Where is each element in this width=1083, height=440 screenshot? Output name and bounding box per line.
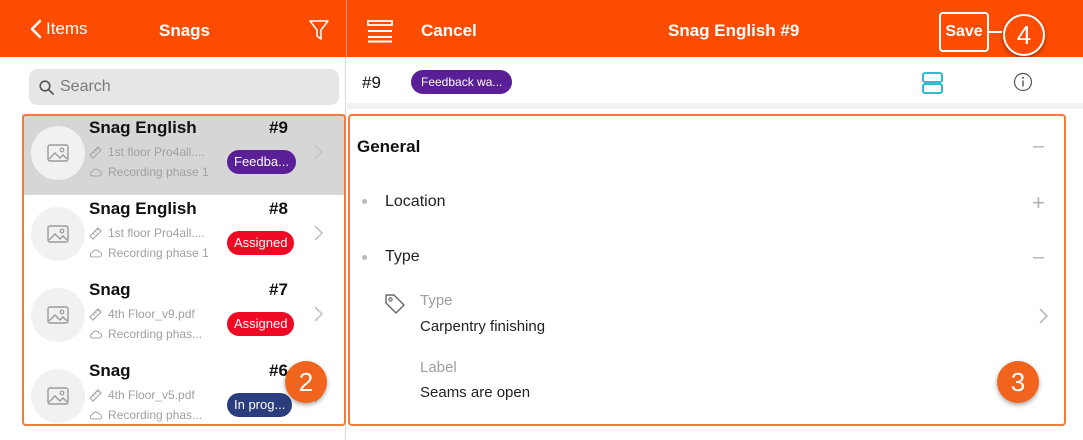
panel-divider bbox=[346, 0, 347, 57]
search-icon bbox=[39, 79, 54, 95]
detail-status-badge[interactable]: Feedback wa... bbox=[411, 70, 513, 94]
top-bar: Items Snags Cancel Snag English #9 Save … bbox=[0, 0, 1083, 57]
menu-icon[interactable] bbox=[367, 19, 393, 43]
search-placeholder: Search bbox=[60, 78, 111, 95]
step-marker-save: 4 bbox=[1003, 14, 1045, 56]
detail-title: Snag English #9 bbox=[668, 21, 800, 40]
step-marker-details: 3 bbox=[997, 361, 1039, 403]
step-marker-list: 2 bbox=[285, 361, 327, 403]
highlight-frame-details bbox=[348, 114, 1066, 426]
info-icon[interactable] bbox=[1013, 72, 1033, 92]
back-label: Items bbox=[46, 19, 88, 38]
back-button[interactable]: Items bbox=[30, 19, 88, 39]
snag-app: Items Snags Cancel Snag English #9 Save … bbox=[0, 0, 1083, 440]
search-input[interactable]: Search bbox=[29, 69, 339, 105]
split-view-icon[interactable] bbox=[922, 72, 943, 94]
save-button[interactable]: Save bbox=[939, 12, 989, 52]
callout-connector bbox=[989, 31, 1002, 33]
chevron-left-icon bbox=[30, 19, 42, 39]
cancel-button[interactable]: Cancel bbox=[421, 21, 477, 41]
list-title: Snags bbox=[159, 21, 211, 40]
detail-header: #9 Feedback wa... bbox=[347, 57, 1083, 109]
detail-number: #9 bbox=[362, 73, 381, 92]
filter-icon[interactable] bbox=[308, 19, 330, 41]
